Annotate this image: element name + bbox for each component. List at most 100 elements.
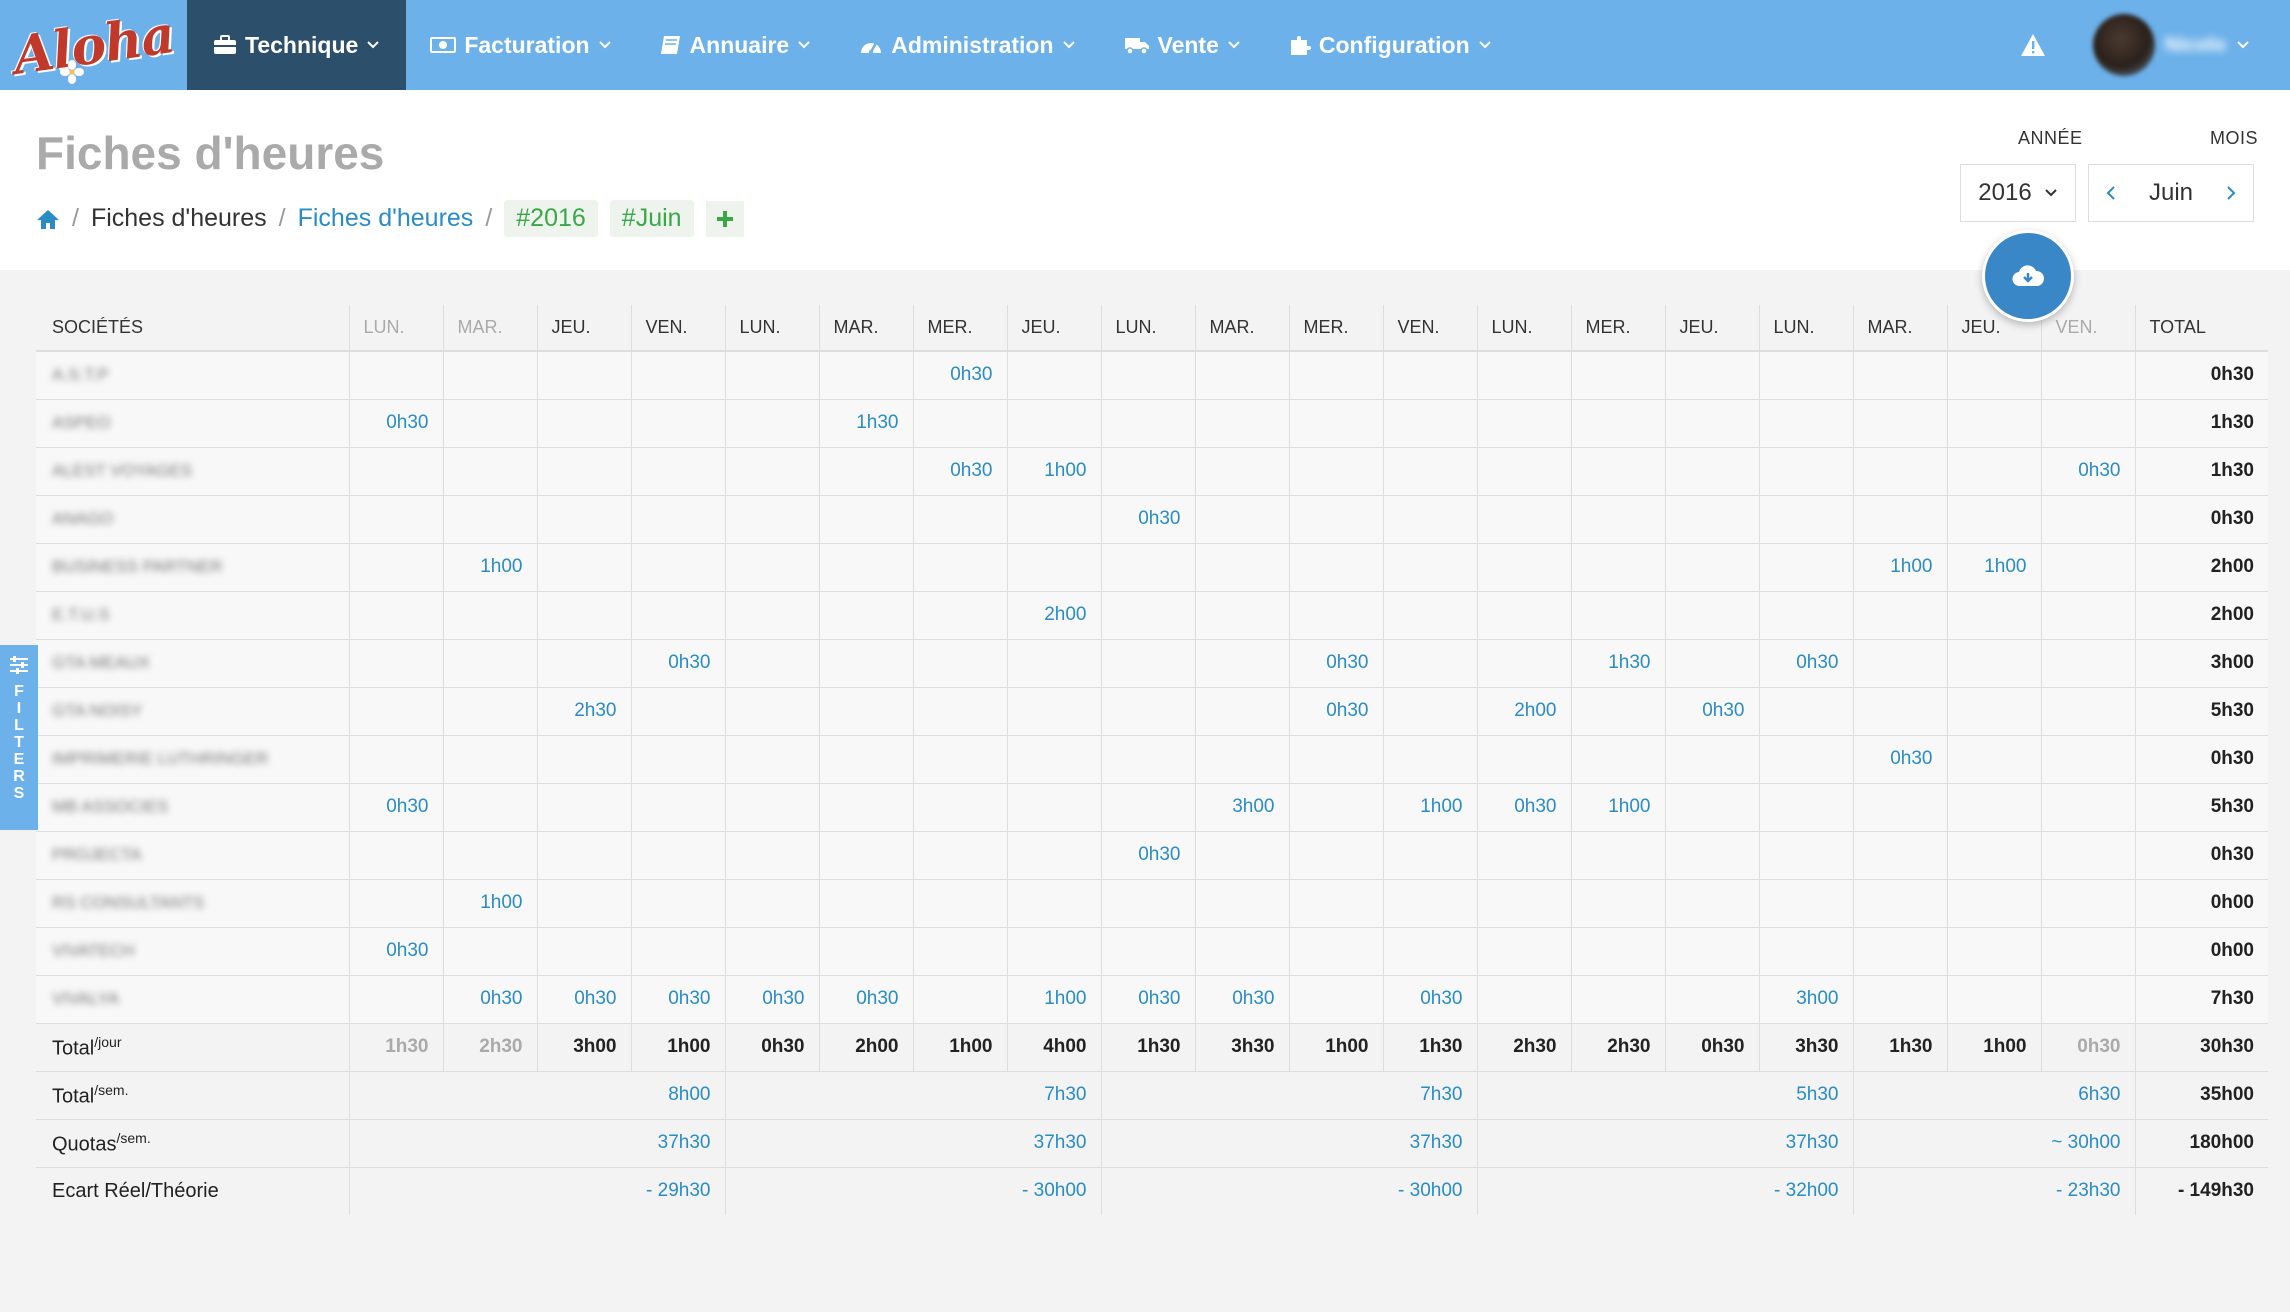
logo-text: Aloha xyxy=(9,3,178,87)
chevron-down-icon xyxy=(2237,41,2249,49)
warning-icon[interactable] xyxy=(2003,33,2063,57)
hours-cell[interactable]: 1h00 xyxy=(442,542,537,591)
breadcrumb-link[interactable]: Fiches d'heures xyxy=(298,204,474,233)
hours-cell[interactable]: 1h30 xyxy=(1570,638,1665,687)
home-icon[interactable] xyxy=(36,208,60,230)
hours-cell[interactable]: 0h30 xyxy=(536,974,631,1023)
nav-facturation[interactable]: Facturation xyxy=(406,0,635,90)
hours-cell[interactable]: 1h00 xyxy=(442,878,537,927)
empty-cell xyxy=(1100,590,1195,639)
company-name-cell[interactable]: BUSINESS PARTNER xyxy=(36,542,349,591)
empty-cell xyxy=(1100,638,1195,687)
hours-cell[interactable]: 2h30 xyxy=(536,686,631,735)
company-name-cell[interactable]: E.T.U.S xyxy=(36,590,349,639)
hours-cell[interactable]: 1h00 xyxy=(1852,542,1947,591)
empty-cell xyxy=(1100,878,1195,927)
hours-cell[interactable]: 0h30 xyxy=(348,782,443,831)
hours-cell[interactable]: 0h30 xyxy=(1852,734,1947,783)
company-name-cell[interactable]: GTA NOISY xyxy=(36,686,349,735)
day-total-cell: 0h30 xyxy=(724,1022,819,1071)
download-button[interactable] xyxy=(1982,230,2074,322)
chevron-down-icon xyxy=(367,41,380,49)
company-name-cell[interactable]: ANAGO xyxy=(36,494,349,543)
empty-cell xyxy=(912,590,1007,639)
company-name-cell[interactable]: A.S.T.P xyxy=(36,350,349,399)
empty-cell xyxy=(1758,926,1853,975)
hours-cell[interactable]: 0h30 xyxy=(630,974,725,1023)
hours-cell[interactable]: 0h30 xyxy=(1476,782,1571,831)
hours-cell[interactable]: 2h00 xyxy=(1006,590,1101,639)
hours-cell[interactable]: 0h30 xyxy=(1100,974,1195,1023)
nav-administration[interactable]: Administration xyxy=(835,0,1099,90)
empty-cell xyxy=(442,638,537,687)
app-logo[interactable]: Aloha xyxy=(0,0,187,90)
hours-cell[interactable]: 0h30 xyxy=(1194,974,1289,1023)
hours-cell[interactable]: 1h00 xyxy=(1570,782,1665,831)
hours-cell[interactable]: 0h30 xyxy=(1100,494,1195,543)
chevron-right-icon[interactable] xyxy=(2225,185,2237,201)
nav-annuaire[interactable]: Annuaire xyxy=(636,0,836,90)
filters-tab[interactable]: FILTERS xyxy=(0,645,38,830)
empty-cell xyxy=(348,974,443,1023)
nav-technique[interactable]: Technique xyxy=(187,0,407,90)
hours-cell[interactable]: 0h30 xyxy=(1288,638,1383,687)
hours-cell[interactable]: 0h30 xyxy=(348,398,443,447)
company-name: IMPRIMERIE LUTHRINGER xyxy=(52,749,269,768)
hours-cell[interactable]: 3h00 xyxy=(1194,782,1289,831)
year-tag[interactable]: #2016 xyxy=(504,200,598,237)
empty-cell xyxy=(1664,590,1759,639)
empty-cell xyxy=(912,782,1007,831)
company-name-cell[interactable]: ALEST VOYAGES xyxy=(36,446,349,495)
hours-cell[interactable]: 3h00 xyxy=(1758,974,1853,1023)
empty-cell xyxy=(1852,398,1947,447)
hours-cell[interactable]: 1h30 xyxy=(818,398,913,447)
nav-vente[interactable]: Vente xyxy=(1100,0,1265,90)
company-name-cell[interactable]: VIVALYA xyxy=(36,974,349,1023)
table-row: ANAGO 0h30 0h30 xyxy=(36,494,2268,543)
hours-cell[interactable]: 0h30 xyxy=(1100,830,1195,879)
hours-cell[interactable]: 0h30 xyxy=(630,638,725,687)
year-select[interactable]: 2016 xyxy=(1960,164,2076,222)
hours-cell[interactable]: 0h30 xyxy=(1288,686,1383,735)
hours-cell[interactable]: 0h30 xyxy=(442,974,537,1023)
empty-cell xyxy=(1288,494,1383,543)
hours-cell[interactable]: 0h30 xyxy=(818,974,913,1023)
hours-cell[interactable]: 0h30 xyxy=(1382,974,1477,1023)
hours-cell[interactable]: 0h30 xyxy=(1758,638,1853,687)
empty-cell xyxy=(1946,782,2041,831)
company-name-cell[interactable]: MB ASSOCIES xyxy=(36,782,349,831)
company-name-cell[interactable]: RS CONSULTANTS xyxy=(36,878,349,927)
empty-cell xyxy=(1006,350,1101,399)
hours-cell[interactable]: 0h30 xyxy=(912,350,1007,399)
hours-cell[interactable]: 0h30 xyxy=(724,974,819,1023)
hours-cell[interactable]: 0h30 xyxy=(1664,686,1759,735)
nav-configuration[interactable]: Configuration xyxy=(1265,0,1516,90)
hours-cell[interactable]: 0h30 xyxy=(912,446,1007,495)
hours-cell[interactable]: 1h00 xyxy=(1382,782,1477,831)
column-header-day: MER. xyxy=(1570,305,1665,352)
company-name-cell[interactable]: ASPEO xyxy=(36,398,349,447)
hours-cell[interactable]: 1h00 xyxy=(1006,446,1101,495)
empty-cell xyxy=(1852,830,1947,879)
empty-cell xyxy=(536,494,631,543)
empty-cell xyxy=(1194,494,1289,543)
company-name-cell[interactable]: VIVATECH xyxy=(36,926,349,975)
empty-cell xyxy=(1194,398,1289,447)
hours-cell[interactable]: 2h00 xyxy=(1476,686,1571,735)
company-name-cell[interactable]: PROJECTA xyxy=(36,830,349,879)
company-name-cell[interactable]: IMPRIMERIE LUTHRINGER xyxy=(36,734,349,783)
hours-cell[interactable]: 1h00 xyxy=(1006,974,1101,1023)
empty-cell xyxy=(1006,734,1101,783)
user-menu[interactable]: Nicolo xyxy=(2063,14,2290,76)
hours-cell[interactable]: 1h00 xyxy=(1946,542,2041,591)
empty-cell xyxy=(1946,974,2041,1023)
month-tag[interactable]: #Juin xyxy=(609,200,694,237)
hours-cell[interactable]: 0h30 xyxy=(348,926,443,975)
add-button[interactable] xyxy=(705,200,744,237)
chevron-left-icon[interactable] xyxy=(2105,185,2117,201)
empty-cell xyxy=(1476,974,1571,1023)
empty-cell xyxy=(724,446,819,495)
empty-cell xyxy=(724,398,819,447)
company-name-cell[interactable]: GTA MEAUX xyxy=(36,638,349,687)
hours-cell[interactable]: 0h30 xyxy=(2040,446,2135,495)
